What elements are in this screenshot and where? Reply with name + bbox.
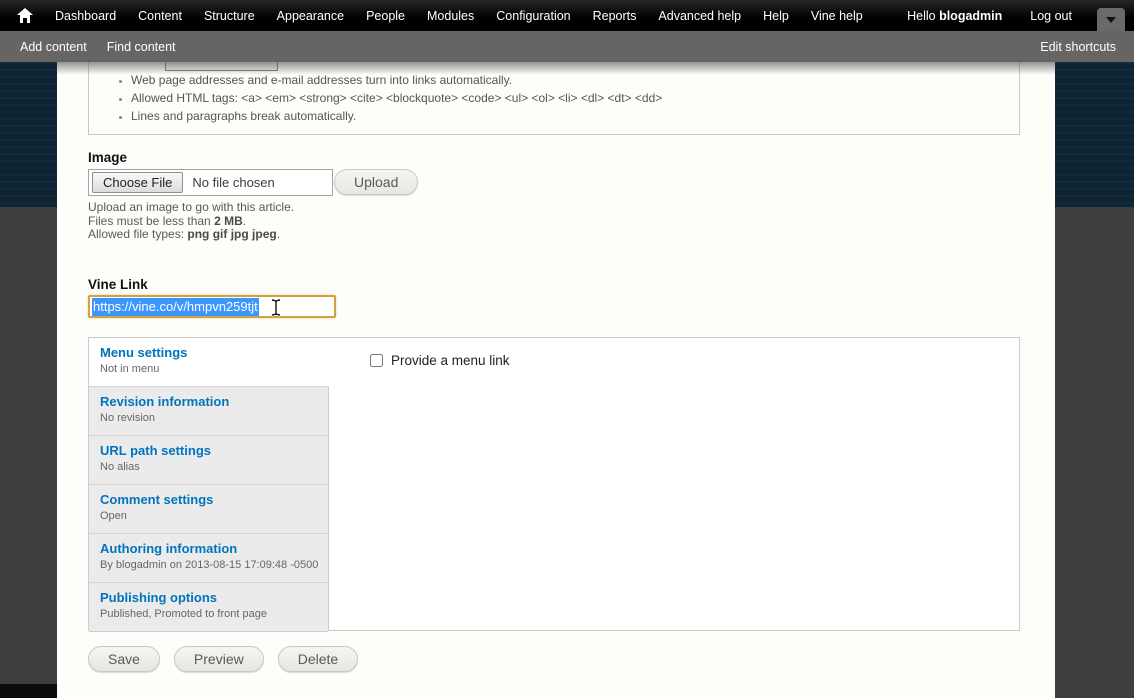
vine-link-selected-text: https://vine.co/v/hmpvn259tjt [92,297,259,316]
logout-link[interactable]: Log out [1016,9,1086,23]
delete-button[interactable]: Delete [277,646,359,672]
vine-link-input[interactable]: https://vine.co/v/hmpvn259tjt [88,295,336,318]
provide-menu-link-label: Provide a menu link [391,353,510,368]
no-file-chosen-text: No file chosen [192,175,275,190]
tab-summary: Open [100,510,127,522]
toolbar-item-configuration[interactable]: Configuration [485,9,581,23]
toolbar-item-structure[interactable]: Structure [193,9,266,23]
toolbar-item-people[interactable]: People [355,9,416,23]
tab-title: Revision information [100,394,230,409]
choose-file-button[interactable]: Choose File [92,172,184,193]
filter-tip: Web page addresses and e-mail addresses … [131,73,1019,87]
tab-summary: No revision [100,412,156,424]
menu-settings-pane: Provide a menu link [329,338,1019,630]
provide-menu-link-checkbox[interactable] [370,354,383,367]
toolbar-item-dashboard[interactable]: Dashboard [44,9,127,23]
chevron-down-icon [1106,16,1116,23]
filter-tip: Lines and paragraphs break automatically… [131,109,1019,123]
tab-title: URL path settings [100,443,211,458]
toolbar-item-vine-help[interactable]: Vine help [800,9,874,23]
admin-toolbar: Dashboard Content Structure Appearance P… [0,0,1134,31]
image-field-description: Upload an image to go with this article.… [88,200,295,242]
image-desc-line2: Files must be less than 2 MB. [88,213,247,228]
filter-tip: Allowed HTML tags: <a> <em> <strong> <ci… [131,91,1019,105]
form-actions: Save Preview Delete [88,646,359,672]
tab-revision-information[interactable]: Revision information No revision [89,387,328,436]
content-top-shadow [57,62,1055,75]
text-cursor-icon [270,298,282,322]
screen: Dashboard Content Structure Appearance P… [0,0,1134,698]
tab-summary: Published, Promoted to front page [100,608,267,620]
file-input[interactable]: Choose File No file chosen [88,169,333,196]
tab-title: Publishing options [100,590,217,605]
node-edit-form: Web page addresses and e-mail addresses … [57,58,1055,698]
toolbar-item-advanced-help[interactable]: Advanced help [647,9,752,23]
tab-summary: No alias [100,461,140,473]
vertical-tabs-list: Menu settings Not in menu Revision infor… [89,338,330,632]
tab-title: Menu settings [100,345,188,360]
preview-button[interactable]: Preview [173,646,264,672]
tab-publishing-options[interactable]: Publishing options Published, Promoted t… [89,583,328,632]
tab-title: Authoring information [100,541,238,556]
user-greeting: Hello blogadmin [907,8,1003,23]
upload-button[interactable]: Upload [334,169,419,195]
toolbar-item-content[interactable]: Content [127,9,193,23]
toolbar-item-reports[interactable]: Reports [582,9,648,23]
username: blogadmin [939,8,1003,23]
toolbar-item-help[interactable]: Help [752,9,800,23]
vertical-tabs-fieldset: Menu settings Not in menu Revision infor… [88,337,1020,632]
tab-menu-settings[interactable]: Menu settings Not in menu [89,338,330,387]
toolbar-item-modules[interactable]: Modules [416,9,485,23]
vine-link-label: Vine Link [88,277,148,292]
home-icon[interactable] [12,8,38,23]
image-desc-line1: Upload an image to go with this article. [88,200,295,214]
shortcut-find-content[interactable]: Find content [97,40,186,54]
shortcut-add-content[interactable]: Add content [10,40,97,54]
tab-comment-settings[interactable]: Comment settings Open [89,485,328,534]
provide-menu-link-row[interactable]: Provide a menu link [370,353,510,368]
shortcut-bar: Add content Find content Edit shortcuts [0,31,1134,62]
tab-summary: By blogadmin on 2013-08-15 17:09:48 -050… [100,559,319,571]
tab-authoring-information[interactable]: Authoring information By blogadmin on 20… [89,534,328,583]
background-site-footer [0,684,57,698]
tab-url-path-settings[interactable]: URL path settings No alias [89,436,328,485]
tab-title: Comment settings [100,492,214,507]
toolbar-toggle-button[interactable] [1097,8,1125,31]
tab-summary: Not in menu [100,363,160,375]
filter-tips-list: Web page addresses and e-mail addresses … [89,73,1019,123]
save-button[interactable]: Save [88,646,160,672]
image-field-label: Image [88,150,128,165]
edit-shortcuts-link[interactable]: Edit shortcuts [1040,40,1116,54]
image-desc-line3: Allowed file types: png gif jpg jpeg. [88,227,281,241]
toolbar-item-appearance[interactable]: Appearance [266,9,355,23]
